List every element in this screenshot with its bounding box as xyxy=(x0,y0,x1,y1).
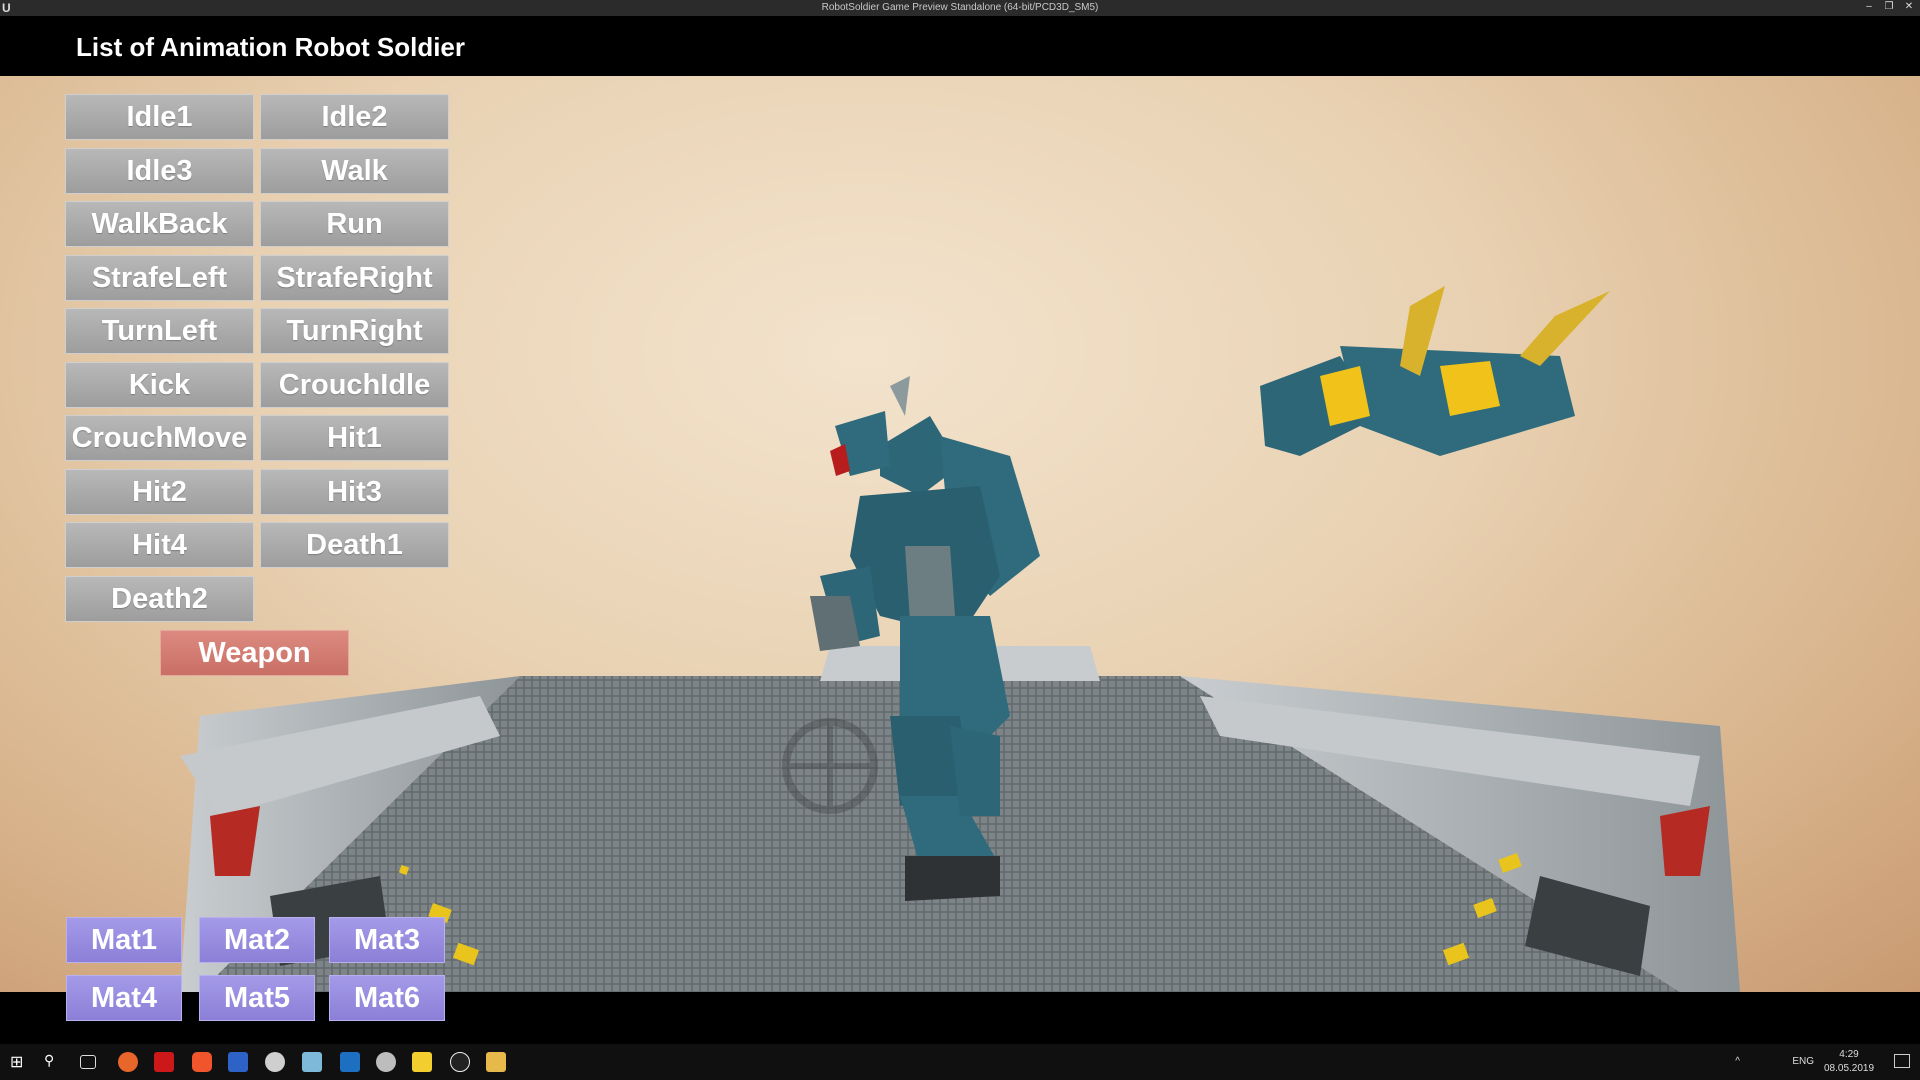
save-icon[interactable] xyxy=(228,1052,248,1072)
search-icon[interactable]: ⚲ xyxy=(44,1052,64,1072)
anim-button-death1[interactable]: Death1 xyxy=(260,522,449,568)
anim-button-walkback[interactable]: WalkBack xyxy=(65,201,254,247)
app-header: List of Animation Robot Soldier xyxy=(0,16,1920,76)
anim-button-run[interactable]: Run xyxy=(260,201,449,247)
anim-button-strafeleft[interactable]: StrafeLeft xyxy=(65,255,254,301)
unreal-engine-icon[interactable] xyxy=(450,1052,470,1072)
anim-button-death2[interactable]: Death2 xyxy=(65,576,254,622)
minimize-icon[interactable]: – xyxy=(1862,0,1876,14)
anim-button-hit1[interactable]: Hit1 xyxy=(260,415,449,461)
bottom-band: Mat4 Mat5 Mat6 xyxy=(0,975,1920,1044)
firefox-icon[interactable] xyxy=(118,1052,138,1072)
language-indicator[interactable]: ENG xyxy=(1792,1056,1814,1067)
clock[interactable]: 4:29 08.05.2019 xyxy=(1824,1048,1874,1076)
anim-button-kick[interactable]: Kick xyxy=(65,362,254,408)
sticky-note-icon[interactable] xyxy=(412,1052,432,1072)
watermark xyxy=(782,718,878,814)
vscode-icon[interactable] xyxy=(340,1052,360,1072)
anim-button-idle2[interactable]: Idle2 xyxy=(260,94,449,140)
game-viewport[interactable]: Idle1 Idle2 Idle3 Walk WalkBack Run Stra… xyxy=(0,76,1920,992)
anim-button-hit2[interactable]: Hit2 xyxy=(65,469,254,515)
close-icon[interactable]: ✕ xyxy=(1902,0,1916,14)
anim-button-crouchmove[interactable]: CrouchMove xyxy=(65,415,254,461)
material-button-mat1[interactable]: Mat1 xyxy=(66,917,182,963)
page-title: List of Animation Robot Soldier xyxy=(76,32,466,62)
brave-icon[interactable] xyxy=(192,1052,212,1072)
shield-icon[interactable] xyxy=(265,1052,285,1072)
anim-button-straferight[interactable]: StrafeRight xyxy=(260,255,449,301)
material-button-mat6[interactable]: Mat6 xyxy=(329,975,445,1021)
material-button-mat5[interactable]: Mat5 xyxy=(199,975,315,1021)
weapon-button[interactable]: Weapon xyxy=(160,630,349,676)
window-title: RobotSoldier Game Preview Standalone (64… xyxy=(821,2,1099,13)
material-button-mat2[interactable]: Mat2 xyxy=(199,917,315,963)
anim-button-crouchidle[interactable]: CrouchIdle xyxy=(260,362,449,408)
file-explorer-icon[interactable] xyxy=(486,1052,506,1072)
windows-start-icon[interactable]: ⊞ xyxy=(10,1052,30,1072)
anim-button-turnright[interactable]: TurnRight xyxy=(260,308,449,354)
task-view-icon[interactable] xyxy=(80,1055,96,1069)
material-button-mat4[interactable]: Mat4 xyxy=(66,975,182,1021)
anim-button-hit3[interactable]: Hit3 xyxy=(260,469,449,515)
paint-icon[interactable] xyxy=(302,1052,322,1072)
clock-date: 08.05.2019 xyxy=(1824,1063,1875,1074)
drone xyxy=(1260,286,1610,456)
anim-button-idle1[interactable]: Idle1 xyxy=(65,94,254,140)
restore-icon[interactable]: ❐ xyxy=(1882,0,1896,14)
clock-time: 4:29 xyxy=(1839,1049,1859,1060)
notification-icon[interactable] xyxy=(1894,1054,1910,1068)
anim-button-idle3[interactable]: Idle3 xyxy=(65,148,254,194)
taskbar: ⊞ ⚲ ^ ENG 4:29 08.05.2019 xyxy=(0,1044,1920,1080)
opera-icon[interactable] xyxy=(154,1052,174,1072)
anim-button-hit4[interactable]: Hit4 xyxy=(65,522,254,568)
material-button-mat3[interactable]: Mat3 xyxy=(329,917,445,963)
chevron-up-icon[interactable]: ^ xyxy=(1735,1056,1740,1067)
security-icon[interactable] xyxy=(376,1052,396,1072)
window-title-bar: U RobotSoldier Game Preview Standalone (… xyxy=(0,0,1920,16)
anim-button-walk[interactable]: Walk xyxy=(260,148,449,194)
window-controls: – ❐ ✕ xyxy=(1862,0,1916,14)
anim-button-turnleft[interactable]: TurnLeft xyxy=(65,308,254,354)
